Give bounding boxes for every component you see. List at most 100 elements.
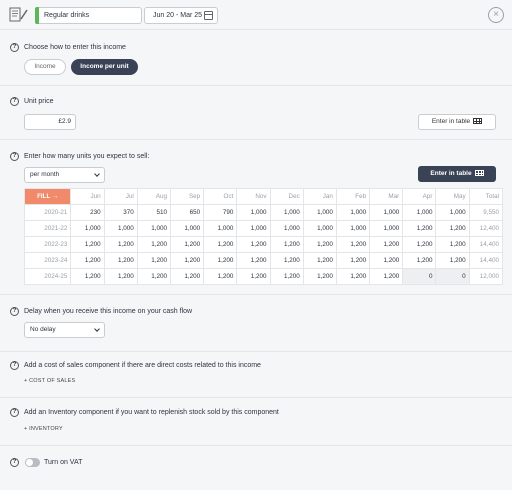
add-cost-of-sales-link[interactable]: + COST OF SALES	[24, 378, 75, 384]
unit-cell[interactable]: 370	[103, 204, 138, 221]
date-range-label: Jun 20 - Mar 25	[153, 12, 203, 19]
unit-cell[interactable]: 1,200	[169, 268, 205, 285]
unit-cell[interactable]: 1,200	[136, 268, 171, 285]
add-inventory-link[interactable]: + INVENTORY	[24, 426, 63, 432]
unit-cell[interactable]: 1,000	[203, 220, 238, 237]
unit-cell[interactable]: 1,200	[369, 236, 404, 253]
help-icon[interactable]: ?	[10, 97, 19, 106]
unit-cell[interactable]: 650	[169, 204, 205, 221]
unit-cell[interactable]: 1,000	[302, 204, 337, 221]
unit-cell[interactable]: 1,200	[103, 268, 138, 285]
unit-cell[interactable]: 1,200	[435, 252, 470, 269]
unit-price-input[interactable]: £2.9	[24, 114, 76, 130]
unit-cell[interactable]: 1,200	[70, 236, 105, 253]
unit-cell[interactable]: 1,200	[136, 236, 171, 253]
help-icon[interactable]: ?	[10, 458, 19, 467]
unit-cell[interactable]: 1,200	[369, 252, 404, 269]
unit-cell[interactable]: 1,000	[335, 220, 371, 237]
income-per-unit-option-button[interactable]: Income per unit	[71, 59, 138, 75]
column-header: Sep	[169, 188, 205, 205]
unit-cell[interactable]: 1,200	[335, 268, 371, 285]
vat-toggle[interactable]	[25, 458, 40, 467]
unit-cell[interactable]: 1,000	[169, 220, 205, 237]
inventory-title: Add an Inventory component if you want t…	[24, 409, 279, 416]
unit-cell[interactable]: 1,200	[169, 236, 205, 253]
unit-price-table-button[interactable]: Enter in table	[418, 114, 496, 130]
unit-cell[interactable]: 1,000	[236, 220, 271, 237]
table-row: 2020-21 230 370 510 650 790 1,000 1,000 1,000 1,0…	[23, 204, 504, 221]
unit-cell[interactable]: 1,000	[369, 220, 404, 237]
unit-cell[interactable]: 230	[70, 204, 105, 221]
unit-cell[interactable]: 1,200	[70, 252, 105, 269]
unit-cell[interactable]: 1,000	[335, 204, 371, 221]
unit-cell[interactable]: 1,200	[402, 236, 437, 253]
period-select[interactable]: per month	[24, 167, 105, 183]
table-row: 2021-22 1,000 1,000 1,000 1,000 1,000 1,000 1,0…	[23, 220, 504, 237]
unit-cell[interactable]: 1,200	[269, 268, 304, 285]
unit-cell[interactable]: 1,200	[203, 236, 238, 253]
units-grid: FILL → Jun Jul Aug Sep Oct Nov Dec Jan F…	[23, 188, 504, 285]
column-header: Total	[468, 188, 504, 205]
column-header: Jun	[70, 188, 105, 205]
calendar-icon	[204, 11, 213, 20]
unit-cell[interactable]: 1,000	[269, 220, 304, 237]
unit-cell[interactable]: 0	[435, 268, 470, 285]
unit-cell[interactable]: 1,200	[136, 252, 171, 269]
unit-cell[interactable]: 510	[136, 204, 171, 221]
unit-cell[interactable]: 1,200	[302, 252, 337, 269]
unit-cell[interactable]: 1,000	[70, 220, 105, 237]
unit-cell[interactable]: 1,200	[203, 252, 238, 269]
unit-cell[interactable]: 1,200	[103, 252, 138, 269]
unit-cell[interactable]: 1,200	[302, 236, 337, 253]
help-icon[interactable]: ?	[10, 361, 19, 370]
unit-cell[interactable]: 1,200	[302, 268, 337, 285]
unit-cell[interactable]: 1,200	[169, 252, 205, 269]
help-icon[interactable]: ?	[10, 43, 19, 52]
column-header: Nov	[236, 188, 271, 205]
unit-cell[interactable]: 1,000	[269, 204, 304, 221]
unit-cell[interactable]: 790	[203, 204, 238, 221]
unit-cell[interactable]: 1,000	[302, 220, 337, 237]
unit-cell[interactable]: 1,000	[103, 220, 138, 237]
unit-cell[interactable]: 1,200	[435, 236, 470, 253]
unit-cell[interactable]: 1,200	[335, 236, 371, 253]
unit-cell[interactable]: 1,200	[203, 268, 238, 285]
unit-cell[interactable]: 1,000	[369, 204, 404, 221]
unit-cell[interactable]: 1,200	[435, 220, 470, 237]
entry-method-title: Choose how to enter this income	[24, 44, 126, 51]
unit-cell[interactable]: 1,200	[402, 252, 437, 269]
unit-cell[interactable]: 1,000	[236, 204, 271, 221]
unit-cell[interactable]: 1,200	[236, 252, 271, 269]
table-icon	[474, 170, 484, 177]
unit-price-title: Unit price	[24, 98, 54, 105]
delay-select[interactable]: No delay	[24, 322, 105, 338]
top-bar: Regular drinks Jun 20 - Mar 25 ×	[0, 0, 512, 30]
unit-cell[interactable]: 1,200	[269, 236, 304, 253]
unit-cell[interactable]: 0	[402, 268, 437, 285]
unit-cell[interactable]: 1,200	[335, 252, 371, 269]
unit-cell[interactable]: 1,200	[103, 236, 138, 253]
close-button[interactable]: ×	[488, 7, 504, 23]
help-icon[interactable]: ?	[10, 152, 19, 161]
unit-cell[interactable]: 1,200	[269, 252, 304, 269]
component-name-input[interactable]: Regular drinks	[35, 7, 142, 24]
units-table-button[interactable]: Enter in table	[418, 166, 496, 182]
unit-cell[interactable]: 1,200	[70, 268, 105, 285]
unit-cell[interactable]: 1,000	[136, 220, 171, 237]
table-icon	[473, 118, 483, 125]
unit-cell[interactable]: 1,200	[402, 220, 437, 237]
unit-cell[interactable]: 1,000	[435, 204, 470, 221]
unit-cell[interactable]: 1,200	[369, 268, 404, 285]
date-range-button[interactable]: Jun 20 - Mar 25	[144, 7, 218, 24]
table-button-label: Enter in table	[430, 170, 472, 177]
unit-cell[interactable]: 1,000	[402, 204, 437, 221]
help-icon[interactable]: ?	[10, 408, 19, 417]
fill-button[interactable]: FILL →	[23, 188, 72, 205]
unit-cell[interactable]: 1,200	[236, 268, 271, 285]
units-title: Enter how many units you expect to sell:	[24, 153, 150, 160]
chevron-down-icon	[94, 171, 100, 177]
help-icon[interactable]: ?	[10, 307, 19, 316]
delay-select-value: No delay	[30, 326, 56, 333]
unit-cell[interactable]: 1,200	[236, 236, 271, 253]
income-option-button[interactable]: Income	[24, 59, 66, 75]
